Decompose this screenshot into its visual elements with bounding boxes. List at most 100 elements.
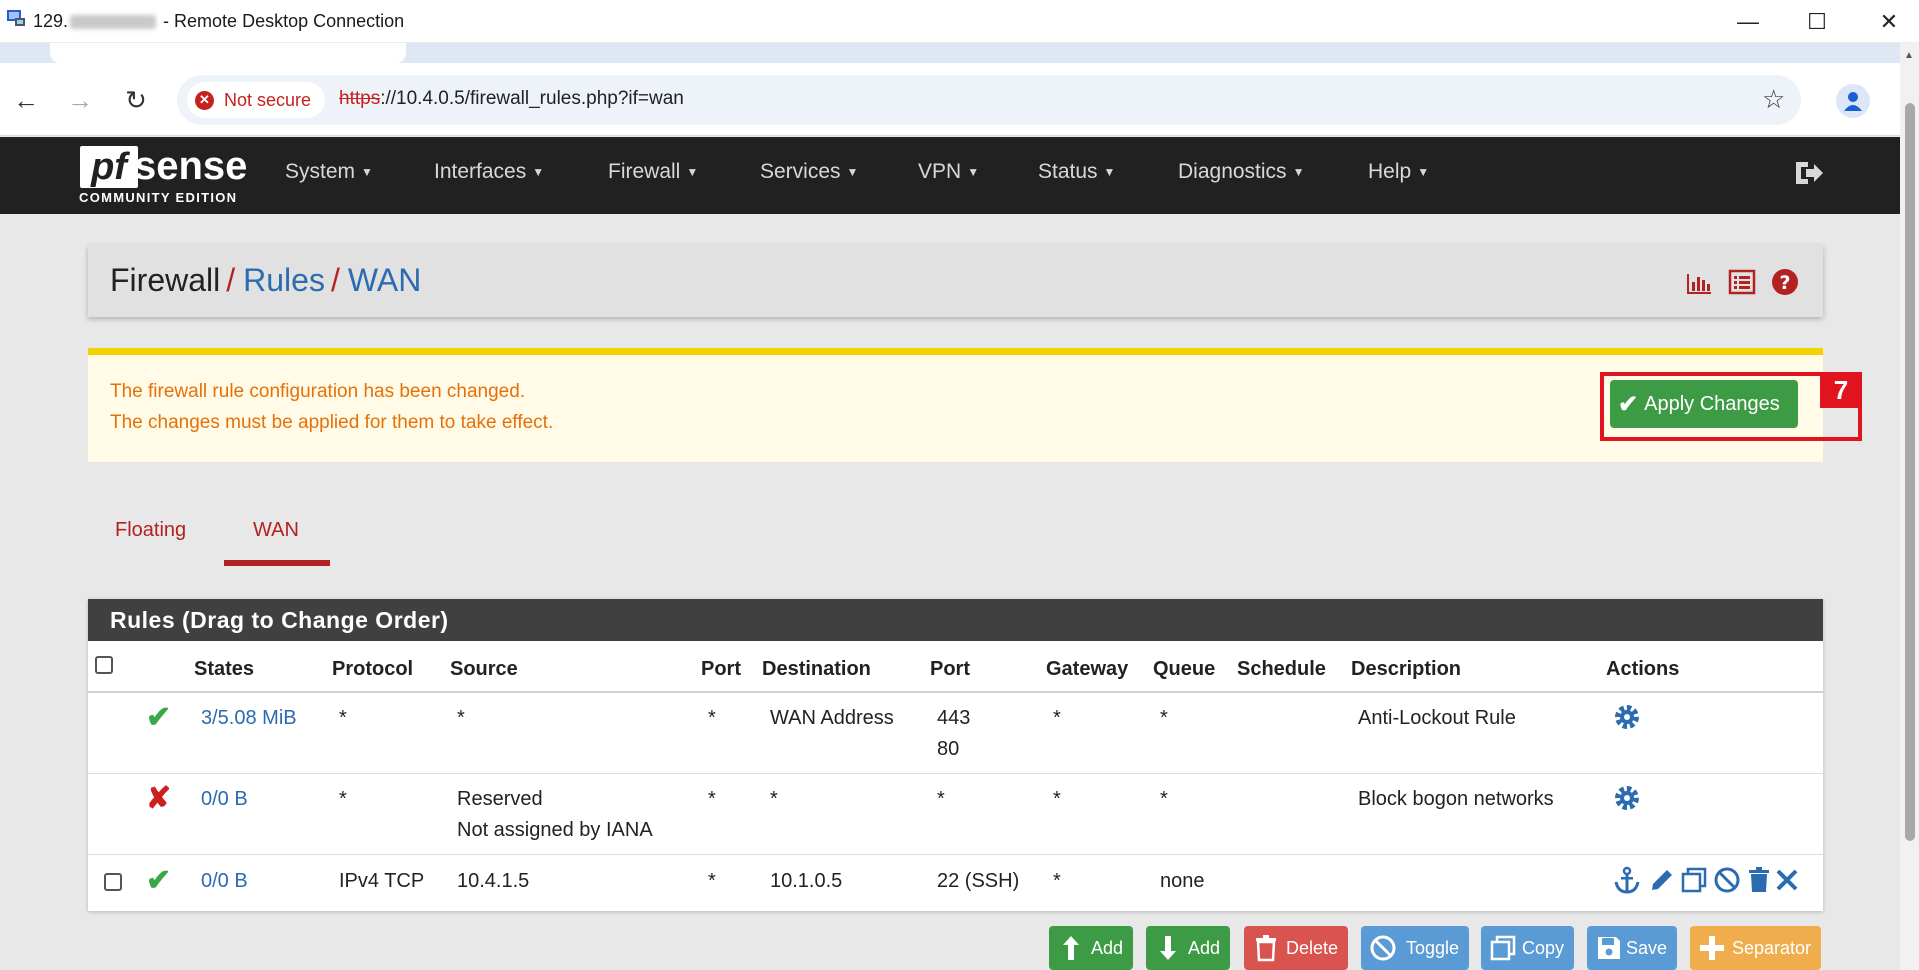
add-top-button[interactable]: Add — [1049, 926, 1133, 970]
row-gateway: * — [1053, 788, 1061, 810]
trash-icon[interactable] — [1745, 866, 1773, 894]
delete-button[interactable]: Delete — [1244, 926, 1348, 970]
trash-icon — [1256, 935, 1276, 962]
row-queue: none — [1160, 870, 1205, 892]
nav-status[interactable]: Status ▼ — [1038, 160, 1115, 184]
log-list-icon[interactable] — [1728, 268, 1756, 296]
apply-changes-button[interactable]: ✔ Apply Changes — [1610, 380, 1798, 428]
add-bottom-button[interactable]: Add — [1146, 926, 1230, 970]
row-gateway: * — [1053, 870, 1061, 892]
column-header-description[interactable]: Description — [1351, 658, 1461, 681]
active-tab-indicator — [224, 560, 330, 566]
row-source: 10.4.1.5 — [457, 870, 530, 892]
maximize-button[interactable]: ☐ — [1797, 8, 1837, 36]
breadcrumb: Firewall / Rules / WAN — [110, 262, 422, 298]
row-source-port: * — [708, 870, 716, 892]
alert-message-line2: The changes must be applied for them to … — [110, 412, 554, 433]
save-disk-icon — [1598, 937, 1620, 959]
scrollbar-thumb[interactable] — [1905, 103, 1915, 841]
warning-icon: ✕ — [195, 90, 214, 110]
row-destination-port: 22 (SSH) — [937, 870, 1020, 892]
column-header-gateway[interactable]: Gateway — [1046, 658, 1128, 681]
profile-avatar-icon[interactable] — [1836, 84, 1870, 118]
column-header-actions: Actions — [1606, 658, 1680, 680]
column-header-source[interactable]: Source — [450, 658, 518, 681]
gear-icon[interactable] — [1613, 703, 1641, 731]
copy-icon — [1490, 935, 1516, 961]
copy-clone-icon[interactable] — [1680, 866, 1708, 894]
row-states-link[interactable]: 0/0 B — [201, 870, 248, 893]
column-header-queue[interactable]: Queue — [1153, 658, 1215, 681]
delete-x-icon[interactable] — [1773, 866, 1801, 894]
copy-button[interactable]: Copy — [1481, 926, 1574, 970]
row-destination-port: * — [937, 788, 945, 810]
row-source: * — [457, 707, 465, 729]
nav-system[interactable]: System ▼ — [285, 160, 373, 184]
ban-icon — [1370, 935, 1396, 961]
row-description: Anti-Lockout Rule — [1358, 707, 1516, 729]
logout-icon[interactable] — [1792, 156, 1826, 190]
edit-pencil-icon[interactable] — [1648, 866, 1676, 894]
reload-icon[interactable]: ↻ — [118, 82, 154, 118]
nav-help[interactable]: Help ▼ — [1368, 160, 1429, 184]
nav-vpn[interactable]: VPN ▼ — [918, 160, 979, 184]
row-source: Reserved — [457, 788, 543, 810]
gear-icon[interactable] — [1613, 784, 1641, 812]
row-description: Block bogon networks — [1358, 788, 1554, 810]
row-states-link[interactable]: 3/5.08 MiB — [201, 707, 297, 730]
close-window-button[interactable]: ✕ — [1869, 8, 1909, 36]
bar-chart-icon[interactable] — [1685, 268, 1713, 296]
select-all-checkbox[interactable] — [95, 656, 113, 674]
row-source-port: * — [708, 707, 716, 729]
nav-services[interactable]: Services ▼ — [760, 160, 858, 184]
nav-firewall[interactable]: Firewall ▼ — [608, 160, 698, 184]
forward-arrow-icon[interactable]: → — [62, 82, 98, 118]
column-header-protocol[interactable]: Protocol — [332, 658, 413, 681]
row-queue: * — [1160, 707, 1168, 729]
breadcrumb-wan-link[interactable]: WAN — [348, 262, 421, 298]
scroll-up-arrow-icon[interactable]: ▲ — [1904, 50, 1914, 61]
anchor-icon[interactable] — [1613, 866, 1641, 894]
security-indicator[interactable]: ✕ Not secure — [187, 82, 325, 118]
tab-floating[interactable]: Floating — [115, 519, 186, 542]
block-x-icon: ✘ — [146, 782, 172, 815]
pass-check-icon: ✔ — [146, 701, 172, 734]
column-header-source-port[interactable]: Port — [701, 658, 741, 681]
security-label: Not secure — [224, 89, 312, 110]
back-arrow-icon[interactable]: ← — [8, 82, 44, 118]
pfsense-logo[interactable]: pf sense COMMUNITY EDITION — [78, 144, 247, 206]
tab-wan[interactable]: WAN — [253, 519, 299, 542]
row-gateway: * — [1053, 707, 1061, 729]
alert-top-border — [88, 348, 1823, 355]
row-source-port: * — [708, 788, 716, 810]
row-protocol: * — [339, 788, 347, 810]
save-button[interactable]: Save — [1587, 926, 1677, 970]
minimize-button[interactable]: — — [1728, 8, 1768, 36]
row-divider — [88, 773, 1823, 774]
disable-ban-icon[interactable] — [1713, 866, 1741, 894]
rules-panel-title: Rules (Drag to Change Order) — [110, 607, 449, 633]
column-header-states[interactable]: States — [194, 658, 254, 681]
pass-check-icon: ✔ — [146, 864, 172, 897]
nav-interfaces[interactable]: Interfaces ▼ — [434, 160, 544, 184]
browser-active-tab[interactable] — [50, 43, 406, 63]
row-destination-port: 443 — [937, 707, 971, 729]
separator-button[interactable]: Separator — [1690, 926, 1821, 970]
toggle-button[interactable]: Toggle — [1361, 926, 1469, 970]
svg-text:?: ? — [1779, 272, 1790, 294]
row-select-checkbox[interactable] — [104, 873, 122, 891]
help-question-icon[interactable]: ? — [1771, 268, 1799, 296]
row-source-detail: Not assigned by IANA — [457, 819, 653, 841]
bookmark-star-icon[interactable]: ☆ — [1762, 84, 1785, 115]
column-header-schedule[interactable]: Schedule — [1237, 658, 1326, 681]
column-header-destination-port[interactable]: Port — [930, 658, 970, 681]
nav-diagnostics[interactable]: Diagnostics ▼ — [1178, 160, 1304, 184]
rdp-app-icon — [7, 10, 25, 26]
checkmark-icon: ✔ — [1618, 390, 1639, 418]
row-states-link[interactable]: 0/0 B — [201, 788, 248, 811]
row-protocol: IPv4 TCP — [339, 870, 425, 892]
column-header-destination[interactable]: Destination — [762, 658, 871, 681]
breadcrumb-firewall: Firewall — [110, 262, 221, 298]
url-text[interactable]: https://10.4.0.5/firewall_rules.php?if=w… — [339, 88, 684, 110]
breadcrumb-rules-link[interactable]: Rules — [243, 262, 325, 298]
